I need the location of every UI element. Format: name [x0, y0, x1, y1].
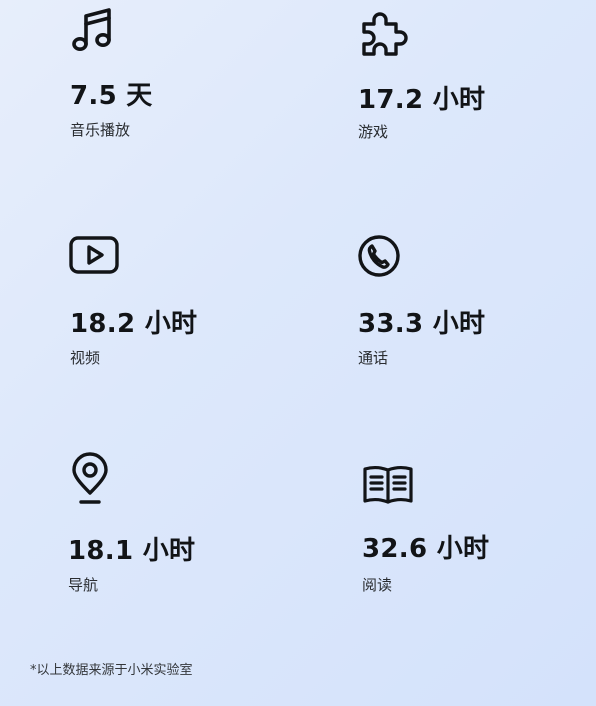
stat-value: 18.1 小时 — [68, 536, 196, 566]
stat-label: 导航 — [68, 576, 99, 594]
phone-call-icon — [358, 234, 410, 286]
stat-label: 音乐播放 — [70, 121, 131, 139]
stat-value: 32.6 小时 — [362, 534, 490, 564]
stat-label: 视频 — [70, 349, 101, 367]
stat-value: 7.5 天 — [70, 81, 153, 111]
stat-label: 游戏 — [358, 123, 389, 141]
stat-video: 18.2 小时 视频 — [69, 232, 310, 402]
open-book-icon — [362, 459, 414, 511]
video-play-icon — [69, 232, 122, 284]
stat-value: 17.2 小时 — [358, 85, 486, 115]
stat-gaming: 17.2 小时 游戏 — [358, 0, 596, 168]
stat-value: 33.3 小时 — [358, 309, 486, 339]
data-source-footnote: *以上数据来源于小米实验室 — [30, 663, 193, 678]
location-pin-icon — [68, 452, 120, 507]
stat-label: 通话 — [358, 349, 389, 367]
stat-reading: 32.6 小时 阅读 — [362, 455, 596, 625]
stat-navigation: 18.1 小时 导航 — [68, 452, 308, 625]
stat-label: 阅读 — [362, 576, 393, 594]
stat-music-playback: 7.5 天 音乐播放 — [70, 0, 310, 168]
stat-value: 18.2 小时 — [70, 309, 198, 339]
puzzle-icon — [358, 6, 410, 58]
music-note-icon — [70, 4, 122, 56]
stat-calls: 33.3 小时 通话 — [358, 232, 596, 402]
